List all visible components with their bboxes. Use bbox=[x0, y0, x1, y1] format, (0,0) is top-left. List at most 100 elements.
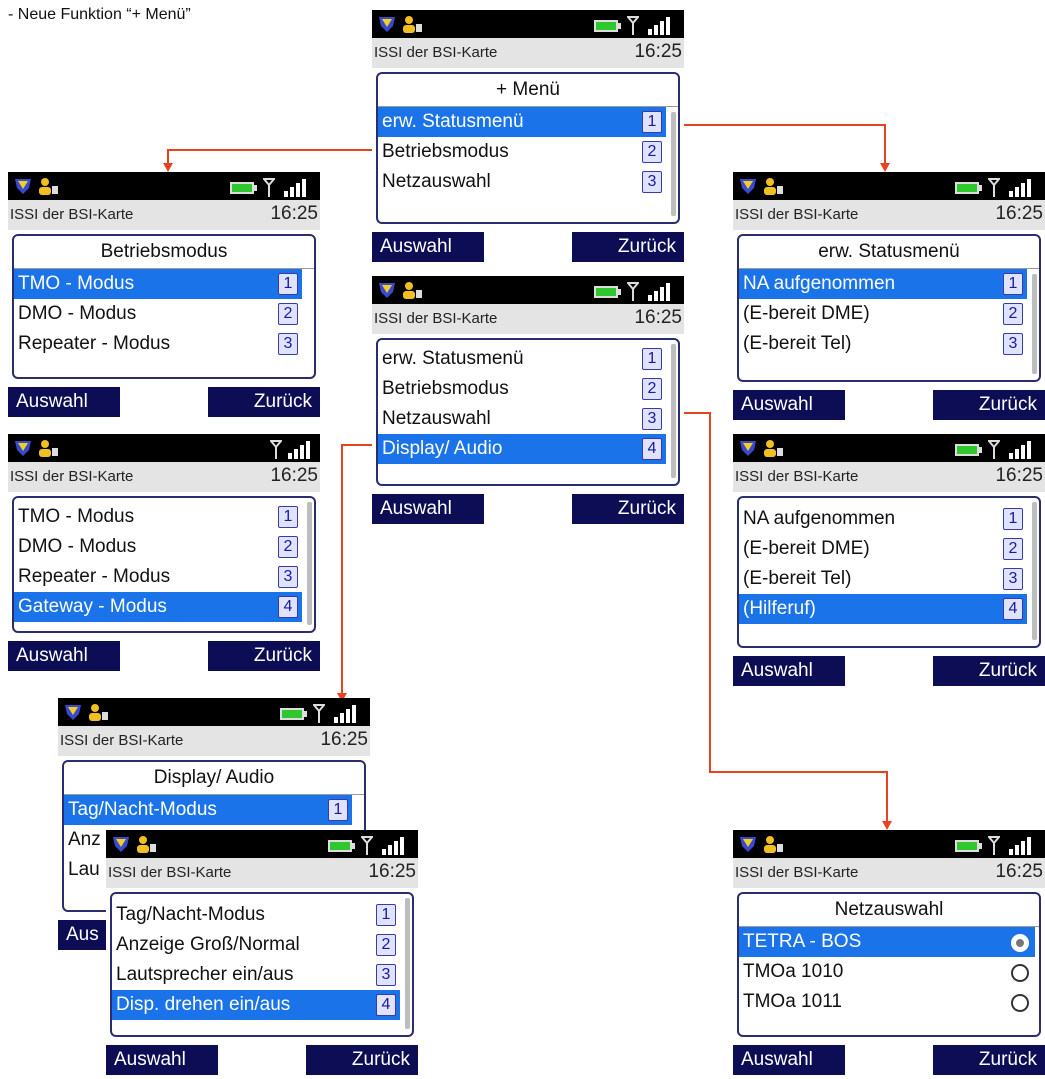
menu-item-tmo[interactable]: TMO - Modus 1 bbox=[14, 502, 302, 532]
menu-item-netzauswahl[interactable]: Netzauswahl 3 bbox=[378, 167, 666, 197]
menu-title: + Menü bbox=[378, 74, 678, 107]
menu-item-tag-nacht[interactable]: Tag/Nacht-Modus 1 bbox=[64, 795, 352, 825]
menu-item-erw-status[interactable]: erw. Statusmenü 1 bbox=[378, 107, 666, 137]
menu-title: Netzauswahl bbox=[739, 894, 1039, 927]
shield-icon bbox=[15, 441, 31, 456]
softkey-auswahl[interactable]: Auswahl bbox=[8, 387, 120, 417]
menu-item-e-bereit-dme[interactable]: (E-bereit DME) 2 bbox=[739, 534, 1027, 564]
battery-icon bbox=[280, 708, 307, 720]
shield-icon bbox=[65, 705, 81, 720]
item-number: 1 bbox=[376, 904, 396, 926]
softkeys: Auswahl Zurück bbox=[372, 494, 684, 524]
softkey-auswahl[interactable]: Auswahl bbox=[733, 390, 845, 420]
softkey-zurueck[interactable]: Zurück bbox=[933, 1045, 1045, 1075]
menu-item-na-aufgenommen[interactable]: NA aufgenommen 1 bbox=[739, 269, 1027, 299]
user-icon bbox=[137, 836, 156, 853]
menu-item-e-bereit-dme[interactable]: (E-bereit DME) 2 bbox=[739, 299, 1027, 329]
radio-icon[interactable] bbox=[1011, 994, 1029, 1012]
menu-item-anzeige[interactable]: Anzeige Groß/Normal 2 bbox=[112, 930, 400, 960]
softkey-auswahl[interactable]: Auswahl bbox=[733, 1045, 845, 1075]
signal-bars-icon bbox=[382, 837, 404, 855]
battery-icon bbox=[594, 286, 621, 298]
menu-item-disp-drehen[interactable]: Disp. drehen ein/aus 4 bbox=[112, 990, 400, 1020]
scrollbar[interactable] bbox=[307, 502, 312, 625]
issi-label: ISSI der BSI-Karte bbox=[374, 310, 498, 327]
antenna-icon bbox=[313, 704, 325, 723]
item-number: 3 bbox=[642, 408, 662, 430]
user-icon bbox=[403, 282, 422, 299]
issi-label: ISSI der BSI-Karte bbox=[10, 468, 134, 485]
item-number: 1 bbox=[642, 348, 662, 370]
softkey-zurueck[interactable]: Zurück bbox=[933, 390, 1045, 420]
item-number: 3 bbox=[1003, 333, 1023, 355]
softkeys: Auswahl Zurück bbox=[8, 641, 320, 671]
menu-item-erw-status[interactable]: erw. Statusmenü 1 bbox=[378, 344, 666, 374]
menu-item-gateway[interactable]: Gateway - Modus 4 bbox=[14, 592, 302, 622]
scrollbar[interactable] bbox=[1032, 274, 1037, 374]
menu-item-dmo[interactable]: DMO - Modus 2 bbox=[14, 532, 302, 562]
status-bar bbox=[372, 10, 684, 38]
softkey-zurueck[interactable]: Zurück bbox=[208, 387, 320, 417]
menu-item-tmo[interactable]: TMO - Modus 1 bbox=[14, 269, 302, 299]
item-number: 4 bbox=[376, 994, 396, 1016]
network-option-tetra-bos[interactable]: TETRA - BOS bbox=[739, 927, 1035, 957]
header: ISSI der BSI-Karte 16:25 bbox=[372, 38, 684, 68]
softkey-auswahl[interactable]: Auswahl bbox=[372, 232, 484, 262]
menu-item-lautsprecher[interactable]: Lautsprecher ein/aus 3 bbox=[112, 960, 400, 990]
antenna-icon bbox=[988, 836, 1000, 855]
network-option-tmoa-1011[interactable]: TMOa 1011 bbox=[739, 987, 1035, 1017]
softkey-auswahl[interactable]: Auswahl bbox=[733, 656, 845, 686]
screen-plus-menu-list: ISSI der BSI-Karte 16:25 erw. Statusmenü… bbox=[372, 276, 684, 524]
item-number: 4 bbox=[278, 596, 298, 618]
softkey-zurueck[interactable]: Zurück bbox=[933, 656, 1045, 686]
softkey-zurueck[interactable]: Zurück bbox=[306, 1045, 418, 1075]
radio-icon[interactable] bbox=[1011, 964, 1029, 982]
battery-icon bbox=[230, 182, 257, 194]
softkey-auswahl[interactable]: Auswahl bbox=[106, 1045, 218, 1075]
softkey-zurueck[interactable]: Zurück bbox=[572, 494, 684, 524]
header: ISSI der BSI-Karte 16:25 bbox=[106, 858, 418, 888]
item-number: 1 bbox=[642, 111, 662, 133]
menu-item-e-bereit-tel[interactable]: (E-bereit Tel) 3 bbox=[739, 329, 1027, 359]
scrollbar[interactable] bbox=[405, 898, 410, 1029]
menu-item-netzauswahl[interactable]: Netzauswahl 3 bbox=[378, 404, 666, 434]
shield-icon bbox=[15, 179, 31, 194]
menu-item-betriebsmodus[interactable]: Betriebsmodus 2 bbox=[378, 374, 666, 404]
header: ISSI der BSI-Karte 16:25 bbox=[372, 304, 684, 334]
menu-item-betriebsmodus[interactable]: Betriebsmodus 2 bbox=[378, 137, 666, 167]
softkey-auswahl[interactable]: Auswahl bbox=[372, 494, 484, 524]
network-option-tmoa-1010[interactable]: TMOa 1010 bbox=[739, 957, 1035, 987]
clock: 16:25 bbox=[270, 465, 318, 486]
menu-item-display-audio[interactable]: Display/ Audio 4 bbox=[378, 434, 666, 464]
clock: 16:25 bbox=[634, 307, 682, 328]
item-number: 1 bbox=[1003, 273, 1023, 295]
header: ISSI der BSI-Karte 16:25 bbox=[733, 858, 1045, 888]
user-icon bbox=[403, 16, 422, 33]
menu-item-na-aufgenommen[interactable]: NA aufgenommen 1 bbox=[739, 504, 1027, 534]
softkeys: Auswahl Zurück bbox=[372, 232, 684, 262]
battery-icon bbox=[594, 20, 621, 32]
softkey-zurueck[interactable]: Zurück bbox=[208, 641, 320, 671]
menu-item-hilferuf[interactable]: (Hilferuf) 4 bbox=[739, 594, 1027, 624]
scrollbar[interactable] bbox=[671, 344, 676, 478]
item-number: 3 bbox=[376, 964, 396, 986]
scrollbar[interactable] bbox=[671, 112, 676, 216]
menu-item-repeater[interactable]: Repeater - Modus 3 bbox=[14, 562, 302, 592]
user-icon bbox=[764, 440, 783, 457]
menu-item-repeater[interactable]: Repeater - Modus 3 bbox=[14, 329, 302, 359]
softkeys: Auswahl Zurück bbox=[733, 1045, 1045, 1075]
arrow-to-erw-status bbox=[682, 124, 886, 165]
radio-selected-icon[interactable] bbox=[1011, 934, 1029, 952]
shield-icon bbox=[113, 837, 129, 852]
menu-item-tag-nacht[interactable]: Tag/Nacht-Modus 1 bbox=[112, 900, 400, 930]
menu-item-dmo[interactable]: DMO - Modus 2 bbox=[14, 299, 302, 329]
item-number: 1 bbox=[278, 273, 298, 295]
menu-item-e-bereit-tel[interactable]: (E-bereit Tel) 3 bbox=[739, 564, 1027, 594]
scrollbar[interactable] bbox=[1032, 502, 1037, 640]
signal-bars-icon bbox=[334, 705, 356, 723]
softkey-zurueck[interactable]: Zurück bbox=[572, 232, 684, 262]
softkey-auswahl[interactable]: Auswahl bbox=[8, 641, 120, 671]
menu-title: Betriebsmodus bbox=[14, 236, 314, 269]
status-bar bbox=[733, 172, 1045, 200]
menu-panel: erw. Statusmenü 1 Betriebsmodus 2 Netzausw… bbox=[376, 338, 680, 486]
